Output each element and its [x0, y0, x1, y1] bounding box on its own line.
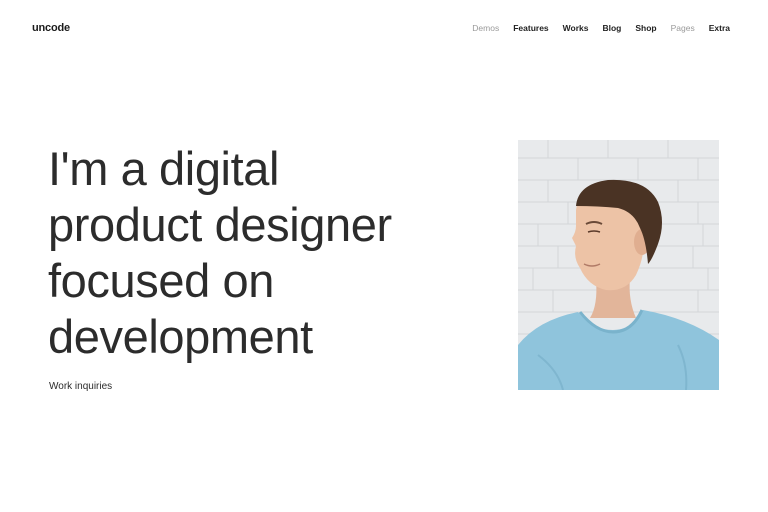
main-nav: Demos Features Works Blog Shop Pages Ext…: [472, 23, 730, 33]
nav-item-works[interactable]: Works: [563, 23, 589, 33]
nav-item-features[interactable]: Features: [513, 23, 548, 33]
nav-item-blog[interactable]: Blog: [602, 23, 621, 33]
nav-item-demos[interactable]: Demos: [472, 23, 499, 33]
portrait-illustration: [518, 140, 719, 390]
hero-headline: I'm a digital product designer focused o…: [48, 141, 478, 365]
work-inquiries-link[interactable]: Work inquiries: [49, 381, 112, 392]
headline-line-2: product designer: [48, 198, 392, 251]
page: uncode Demos Features Works Blog Shop Pa…: [0, 0, 768, 512]
portrait-photo: [518, 140, 719, 390]
headline-line-3: focused on: [48, 254, 274, 307]
site-header: uncode Demos Features Works Blog Shop Pa…: [0, 0, 768, 58]
headline-line-1: I'm a digital: [48, 142, 280, 195]
headline-line-4: development: [48, 310, 313, 363]
nav-item-pages[interactable]: Pages: [671, 23, 695, 33]
nav-item-shop[interactable]: Shop: [635, 23, 656, 33]
site-logo[interactable]: uncode: [32, 22, 70, 34]
nav-item-extra[interactable]: Extra: [709, 23, 730, 33]
